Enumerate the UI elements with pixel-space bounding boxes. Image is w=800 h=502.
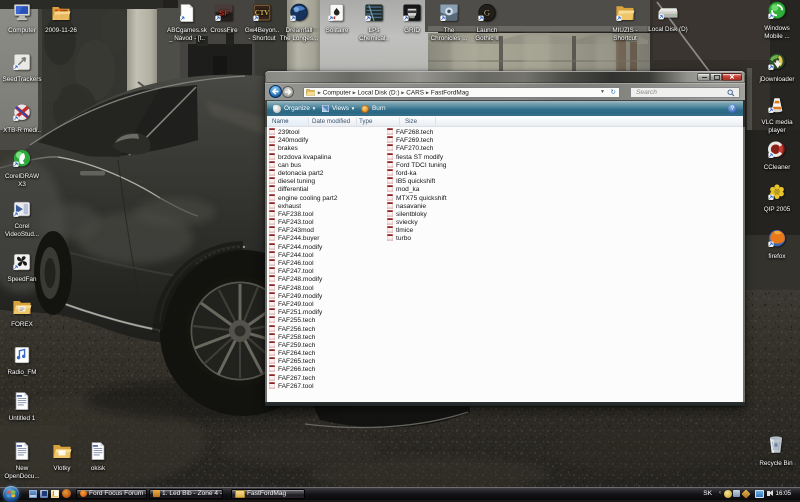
svg-text:G: G (484, 8, 490, 18)
svg-text:SF: SF (219, 9, 229, 18)
